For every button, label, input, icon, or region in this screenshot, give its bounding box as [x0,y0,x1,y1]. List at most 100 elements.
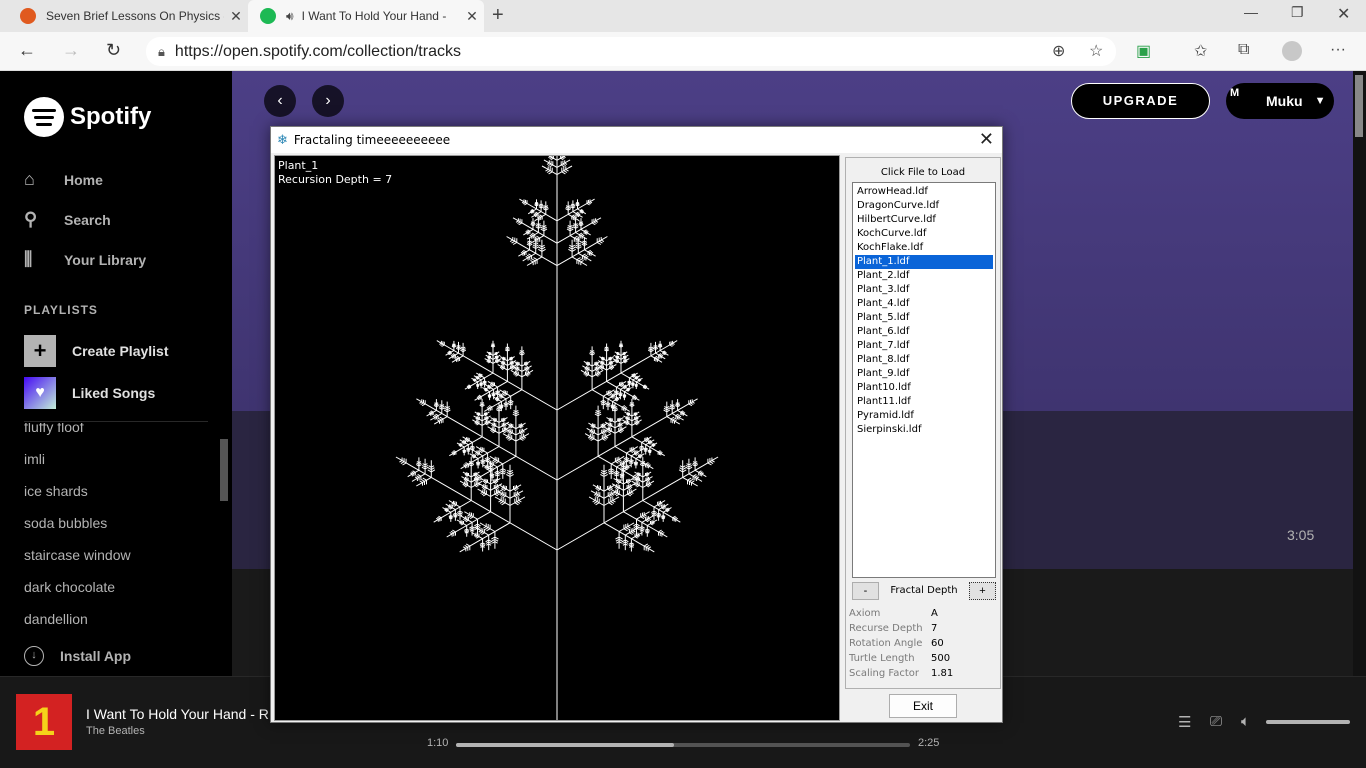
back-icon[interactable]: ← [18,40,36,61]
progress-bar[interactable] [456,743,910,747]
depth-minus-button[interactable]: - [852,582,879,600]
panel-header: Click File to Load [880,167,966,178]
close-tab-icon[interactable]: ✕ [460,8,484,25]
nav-label: Home [64,171,103,188]
refresh-icon[interactable]: ↻ [106,40,121,61]
file-list[interactable]: ArrowHead.ldf DragonCurve.ldf HilbertCurve… [852,182,996,578]
new-tab-icon[interactable]: + [492,4,504,27]
browser-tab[interactable]: Seven Brief Lessons On Physics - ✕ [8,0,248,32]
restore-icon[interactable]: ❐ [1291,4,1304,21]
info-key: Recurse Depth [849,623,923,634]
info-row: Scaling Factor 1.81 [849,668,999,683]
file-list-item[interactable]: DragonCurve.ldf [855,199,993,213]
nav-label: Your Library [64,251,147,268]
close-tab-icon[interactable]: ✕ [224,8,248,25]
info-row: Axiom A [849,608,999,623]
playlist-item[interactable]: dandellion [24,603,214,631]
file-panel: Click File to Load ArrowHead.ldf DragonCu… [845,157,1001,689]
playlists-header: PLAYLISTS [24,303,98,317]
file-list-item[interactable]: Plant10.ldf [855,381,993,395]
queue-icon[interactable]: ☰ [1178,713,1191,731]
browser-tab-active[interactable]: 🔊︎ I Want To Hold Your Hand - ✕ [248,0,484,32]
speaker-icon[interactable]: 🔊︎ [286,9,294,24]
playlist-item[interactable]: soda bubbles [24,507,214,539]
file-list-item[interactable]: Plant_4.ldf [855,297,993,311]
file-list-item[interactable]: Plant_2.ldf [855,269,993,283]
create-playlist-button[interactable]: + Create Playlist [24,335,169,367]
more-icon[interactable]: ··· [1330,41,1346,59]
address-field[interactable]: 🔒︎ https://open.spotify.com/collection/t… [146,37,1116,66]
info-row: Rotation Angle 60 [849,638,999,653]
playlist-list: fluffy floof imli ice shards soda bubble… [24,423,214,631]
url-text: https://open.spotify.com/collection/trac… [174,42,461,60]
profile-icon[interactable] [1282,41,1302,61]
favorites-icon[interactable]: ✩ [1194,41,1207,61]
dialog-title: Fractaling timeeeeeeeeee [293,133,451,147]
extension-icon[interactable]: ▣ [1136,41,1151,61]
close-window-icon[interactable]: ✕ [1337,4,1350,24]
exit-button[interactable]: Exit [889,694,957,718]
volume-icon[interactable]: 🔈︎ [1241,713,1250,730]
dialog-titlebar: ❄ Fractaling timeeeeeeeeee ✕ [271,127,1002,153]
playlist-item[interactable]: staircase window [24,539,214,571]
info-row: Recurse Depth 7 [849,623,999,638]
main-scrollbar[interactable] [1353,71,1366,676]
collections-icon[interactable]: ⧉ [1238,41,1249,59]
nav-library[interactable]: ⫼ Your Library [24,249,146,270]
file-list-item[interactable]: Plant_5.ldf [855,311,993,325]
user-name: Muku [1266,93,1303,109]
nav-search[interactable]: ⚲ Search [24,209,111,230]
spotify-sidebar: Spotify ⌂ Home ⚲ Search ⫼ Your Library P… [0,71,232,676]
file-list-item[interactable]: Plant_7.ldf [855,339,993,353]
album-cover[interactable]: 1 [16,694,72,750]
song-title[interactable]: I Want To Hold Your Hand - R [86,706,269,722]
add-icon[interactable]: ⊕ [1052,41,1065,61]
create-playlist-label: Create Playlist [72,343,169,359]
library-icon: ⫼ [24,249,33,269]
minimize-icon[interactable]: — [1244,4,1258,20]
depth-controls: - Fractal Depth + [852,582,996,600]
nav-home[interactable]: ⌂ Home [24,169,103,190]
total-time: 2:25 [918,737,940,749]
file-list-item[interactable]: Plant_1.ldf [855,255,993,269]
file-list-item[interactable]: KochCurve.ldf [855,227,993,241]
go-forward-button[interactable]: › [312,85,344,117]
playlist-item[interactable]: dark chocolate [24,571,214,603]
go-back-button[interactable]: ‹ [264,85,296,117]
file-list-item[interactable]: HilbertCurve.ldf [855,213,993,227]
song-artist[interactable]: The Beatles [86,725,145,737]
file-list-item[interactable]: Plant_6.ldf [855,325,993,339]
tab-title: I Want To Hold Your Hand - [301,9,447,23]
file-list-item[interactable]: Plant_9.ldf [855,367,993,381]
close-dialog-icon[interactable]: ✕ [979,129,994,150]
upgrade-button[interactable]: UPGRADE [1071,83,1210,119]
file-list-item[interactable]: Plant_3.ldf [855,283,993,297]
caret-down-icon: ▼ [1314,95,1326,107]
file-list-item[interactable]: Sierpinski.ldf [855,423,993,437]
liked-songs-button[interactable]: ♥ Liked Songs [24,377,155,409]
file-list-item[interactable]: ArrowHead.ldf [855,185,993,199]
file-list-item[interactable]: Plant_8.ldf [855,353,993,367]
playlist-item[interactable]: imli [24,443,214,475]
favorite-star-icon[interactable]: ☆ [1089,41,1103,61]
forward-icon[interactable]: → [62,40,80,61]
info-value: A [931,608,938,619]
track-duration: 3:05 [1287,527,1315,543]
playlist-item[interactable]: ice shards [24,475,214,507]
playlist-item[interactable]: fluffy floof [24,423,214,443]
sidebar-scrollbar[interactable] [220,439,228,501]
download-icon: ↓ [24,646,44,666]
spotify-logo[interactable]: Spotify [24,97,151,137]
user-menu-button[interactable]: M Muku ▼ [1226,83,1334,119]
search-icon: ⚲ [24,209,38,229]
devices-icon[interactable]: ⎚ [1210,713,1222,730]
fractal-branches [395,156,719,720]
file-list-item[interactable]: KochFlake.ldf [855,241,993,255]
file-list-item[interactable]: Pyramid.ldf [855,409,993,423]
install-app-button[interactable]: ↓ Install App [24,646,131,666]
fractal-canvas: Plant_1 Recursion Depth = 7 [274,155,840,721]
volume-slider[interactable] [1266,720,1350,724]
depth-plus-button[interactable]: + [969,582,996,600]
file-list-item[interactable]: Plant11.ldf [855,395,993,409]
lock-icon[interactable]: 🔒︎ [158,44,165,60]
